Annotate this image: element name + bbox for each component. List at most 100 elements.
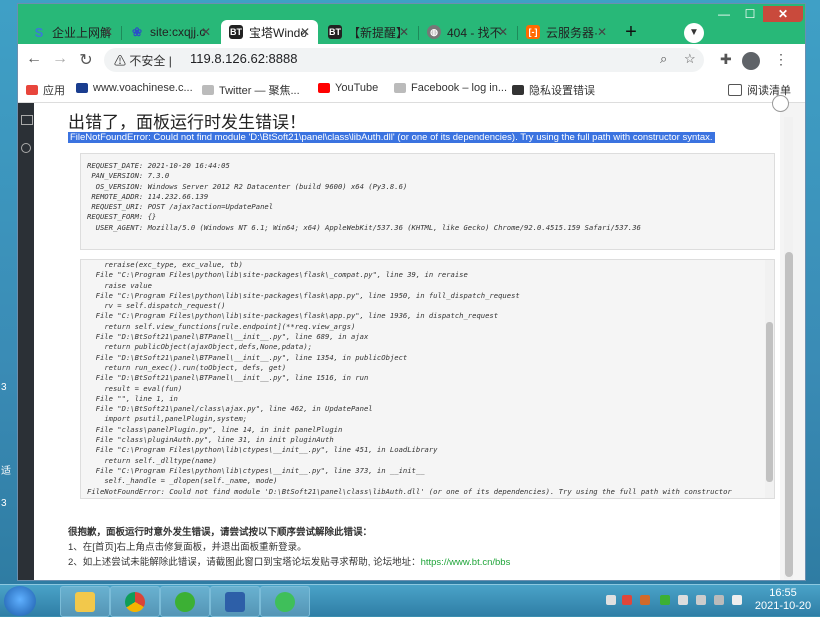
forward-icon[interactable]: → <box>50 50 70 68</box>
back-icon[interactable]: ← <box>24 50 44 68</box>
page-scrollbar[interactable] <box>784 117 793 579</box>
extensions-icon[interactable]: ✚ <box>720 51 732 68</box>
bookmark-label: Twitter — 聚焦... <box>219 85 300 97</box>
reading-list-icon <box>728 84 742 96</box>
tray-expand-icon[interactable] <box>606 595 616 605</box>
bookmark-twitter[interactable]: Twitter — 聚焦... <box>202 82 300 98</box>
start-button[interactable] <box>4 586 36 616</box>
close-tab-icon[interactable]: ✕ <box>498 25 508 39</box>
traceback-scroll-thumb[interactable] <box>766 322 773 482</box>
reload-icon[interactable]: ↻ <box>76 50 96 70</box>
request-info-text: REQUEST_DATE: 2021-10-20 16:44:05 PAN_VE… <box>87 161 641 232</box>
error-title: 出错了，面板运行时发生错误！ <box>68 113 306 132</box>
green-sync-icon <box>275 591 295 612</box>
taskbar-explorer[interactable] <box>60 586 110 617</box>
help-step-1: 1、在[首页]右上角点击修复面板，并退出面板重新登录。 <box>68 542 307 553</box>
page-scroll-thumb[interactable] <box>785 252 793 577</box>
maximize-button[interactable]: ☐ <box>737 6 763 22</box>
aliyun-icon: [-] <box>526 25 540 39</box>
clock-time: 16:55 <box>769 587 797 599</box>
tab-0[interactable]: S 企业上网解 ✕ <box>24 20 121 44</box>
not-secure-indicator[interactable]: ⚠ 不安全 | <box>114 52 172 69</box>
page-content: 出错了，面板运行时发生错误！ FileNotFoundError: Could … <box>18 95 805 580</box>
desktop-icon-edge-3[interactable]: 3 <box>1 498 7 510</box>
bt-icon: BT <box>328 25 342 39</box>
tray-app-icon-2[interactable] <box>640 595 650 605</box>
bookmark-label: 应用 <box>43 85 65 97</box>
tray-network-icon[interactable] <box>678 595 688 605</box>
url-text[interactable]: 119.8.126.62:8888 <box>190 51 297 66</box>
toolbar: ← → ↻ ⚠ 不安全 | 119.8.126.62:8888 ⌕ ☆ ✚ ⋮ <box>18 44 805 76</box>
zoom-icon[interactable]: ⌕ <box>660 51 667 67</box>
tab-strip: — ☐ ✕ S 企业上网解 ✕ ❀ site:cxqjj.c ✕ BT 宝塔Wi… <box>18 4 805 44</box>
minimize-button[interactable]: — <box>711 6 737 22</box>
tray-volume-icon[interactable] <box>732 595 742 605</box>
not-secure-label: 不安全 <box>129 54 166 68</box>
new-tab-button[interactable]: + <box>619 21 643 45</box>
tray-flag-icon[interactable] <box>696 595 706 605</box>
close-tab-icon[interactable]: ✕ <box>300 25 310 39</box>
close-tab-icon[interactable]: ✕ <box>597 25 607 39</box>
chrome-icon <box>125 591 145 612</box>
tab-2-active[interactable]: BT 宝塔Windo ✕ <box>221 20 318 44</box>
error-summary-selected[interactable]: FileNotFoundError: Could not find module… <box>68 132 715 143</box>
error-dialog: 出错了，面板运行时发生错误！ FileNotFoundError: Could … <box>34 103 780 580</box>
bookmarks-bar: 应用 www.voachinese.c... Twitter — 聚焦... Y… <box>18 76 805 103</box>
traceback-scrollbar[interactable] <box>765 260 774 498</box>
close-tab-icon[interactable]: ✕ <box>399 25 409 39</box>
profile-avatar[interactable] <box>742 52 760 70</box>
folder-icon <box>75 591 95 612</box>
monitor-icon[interactable] <box>21 115 33 125</box>
page-icon <box>202 85 214 95</box>
clock-date: 2021-10-20 <box>754 600 812 612</box>
taskbar-chrome[interactable] <box>110 586 160 617</box>
tab-search-button[interactable]: ▼ <box>684 23 704 43</box>
close-tab-icon[interactable]: ✕ <box>201 25 211 39</box>
desktop-icon-edge[interactable]: 3 <box>1 382 7 394</box>
tray-monitor-icon[interactable] <box>714 595 724 605</box>
tab-1[interactable]: ❀ site:cxqjj.c ✕ <box>122 20 219 44</box>
help-heading: 很抱歉，面板运行时意外发生错误，请尝试按以下顺序尝试解除此错误： <box>68 527 373 538</box>
bookmark-label: www.voachinese.c... <box>93 82 193 94</box>
bookmark-youtube[interactable]: YouTube <box>318 82 378 94</box>
menu-icon[interactable]: ⋮ <box>774 51 788 68</box>
wechat-icon <box>175 591 195 612</box>
bookmark-facebook[interactable]: Facebook – log in... <box>394 82 507 94</box>
forum-link[interactable]: https://www.bt.cn/bbs <box>421 557 511 568</box>
bookmark-privacy-error[interactable]: 隐私设置错误 <box>512 82 595 98</box>
taskbar-clock[interactable]: 16:55 2021-10-20 <box>752 587 814 613</box>
tab-title: 云服务器· <box>546 25 598 40</box>
globe-icon[interactable] <box>21 143 31 153</box>
tab-title: 【新提醒】 <box>348 25 406 40</box>
bookmark-star-icon[interactable]: ☆ <box>684 51 696 67</box>
close-window-button[interactable]: ✕ <box>763 6 803 22</box>
tab-title: 企业上网解 <box>52 25 110 40</box>
taskbar-update[interactable] <box>260 586 310 617</box>
bookmark-label: 隐私设置错误 <box>529 85 595 97</box>
panel-sidebar <box>18 103 34 580</box>
bookmark-label: YouTube <box>335 82 379 94</box>
traceback-box[interactable]: reraise(exc_type, exc_value, tb) File "C… <box>80 259 775 499</box>
voa-icon <box>76 83 88 93</box>
bookmark-voa[interactable]: www.voachinese.c... <box>76 82 193 94</box>
help-step-2-text: 2、如上述尝试未能解除此错误，请截图此窗口到宝塔论坛发贴寻求帮助, 论坛地址： <box>68 557 421 568</box>
taskbar-remote-desktop[interactable] <box>210 586 260 617</box>
address-bar[interactable]: ⚠ 不安全 | 119.8.126.62:8888 ⌕ ☆ <box>104 48 704 72</box>
taskbar-wechat[interactable] <box>160 586 210 617</box>
desktop-icon-edge-2[interactable]: 适 <box>1 462 11 477</box>
page-icon <box>394 83 406 93</box>
taskbar: 16:55 2021-10-20 <box>0 584 820 617</box>
paw-icon: ❀ <box>131 25 143 39</box>
tray-wechat-icon[interactable] <box>660 595 670 605</box>
globe-icon: ◍ <box>427 25 441 39</box>
tray-app-icon[interactable] <box>622 595 632 605</box>
error-page-icon <box>512 85 524 95</box>
tab-3[interactable]: BT 【新提醒】 ✕ <box>320 20 417 44</box>
dialog-close-button[interactable] <box>772 95 789 112</box>
s-icon: S <box>34 24 44 40</box>
bookmark-apps[interactable]: 应用 <box>26 82 65 98</box>
tab-5[interactable]: [-] 云服务器· ✕ <box>518 20 615 44</box>
tab-4[interactable]: ◍ 404 - 找不 ✕ <box>419 20 516 44</box>
close-tab-icon[interactable]: ✕ <box>103 25 113 39</box>
remote-desktop-icon <box>225 591 245 612</box>
